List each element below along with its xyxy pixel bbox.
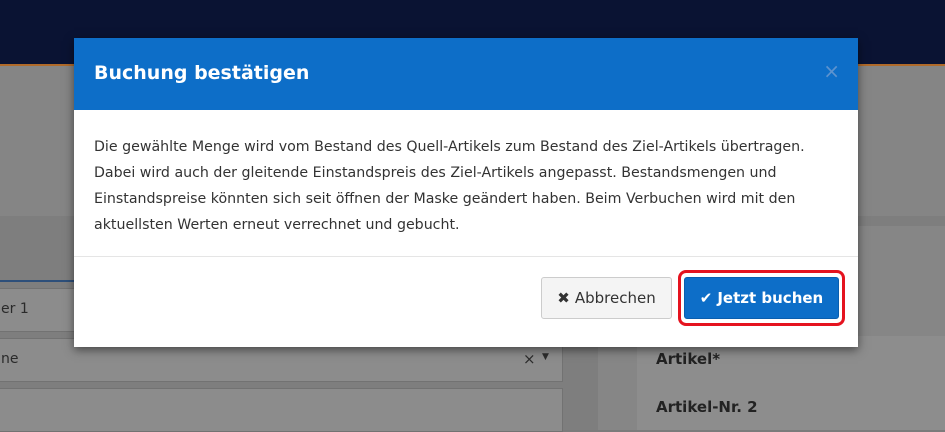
- dialog-footer-divider: [74, 256, 858, 257]
- book-now-button[interactable]: ✔ Jetzt buchen: [684, 277, 839, 319]
- check-icon: ✔: [699, 289, 713, 307]
- dialog-message: Die gewählte Menge wird vom Bestand des …: [94, 139, 805, 233]
- times-icon: ✖: [557, 289, 570, 307]
- chevron-down-icon: ▼: [542, 352, 549, 362]
- close-icon[interactable]: ×: [823, 59, 840, 83]
- dialog-body: Die gewählte Menge wird vom Bestand des …: [94, 134, 839, 238]
- background-blue-strip: [0, 280, 74, 282]
- background-label-artikel-nr: Artikel-Nr. 2: [656, 398, 758, 416]
- dialog-title: Buchung bestätigen: [94, 62, 310, 84]
- background-label-artikel: Artikel*: [656, 350, 721, 368]
- book-now-button-label: Jetzt buchen: [717, 289, 824, 307]
- clear-icon: ×: [523, 350, 536, 368]
- confirm-booking-dialog: Buchung bestätigen × Die gewählte Menge …: [74, 38, 858, 347]
- cancel-button-label: Abbrechen: [574, 289, 656, 307]
- background-field-3: [0, 388, 563, 432]
- background-field-2-text: ne: [1, 351, 19, 367]
- background-field-1-text: er 1: [1, 301, 29, 317]
- dialog-header: Buchung bestätigen ×: [74, 38, 858, 110]
- cancel-button[interactable]: ✖ Abbrechen: [541, 277, 672, 319]
